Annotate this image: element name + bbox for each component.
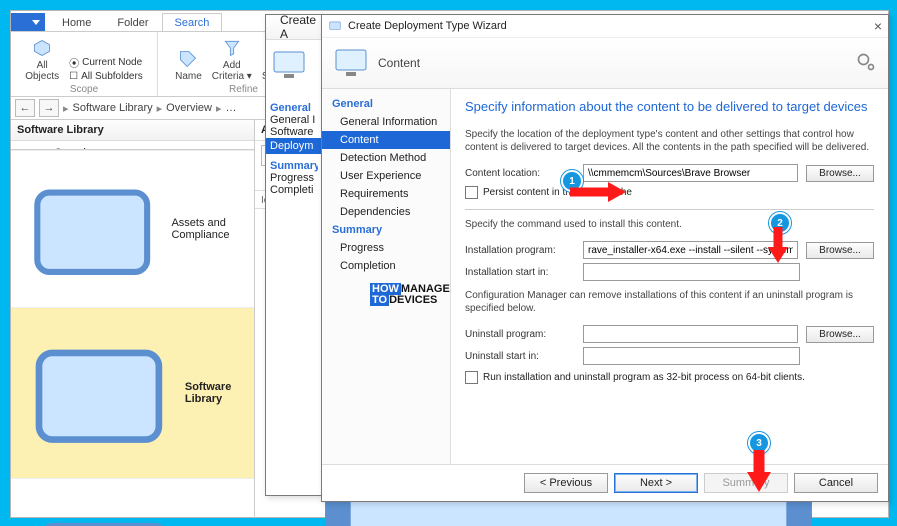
wunderbar: Assets and ComplianceSoftware LibraryMon… bbox=[11, 149, 254, 526]
nav-category: General bbox=[322, 95, 450, 113]
uninstall-start-input[interactable] bbox=[583, 347, 800, 365]
nav-item[interactable]: Software bbox=[270, 126, 318, 138]
ribbon-tab-home[interactable]: Home bbox=[49, 13, 104, 31]
nav-item[interactable]: Dependencies bbox=[322, 203, 450, 221]
browse-button[interactable]: Browse... bbox=[806, 242, 874, 259]
install-start-input[interactable] bbox=[583, 263, 800, 281]
window-titlebar[interactable]: Create A bbox=[266, 15, 322, 40]
browse-button[interactable]: Browse... bbox=[806, 326, 874, 343]
content-location-label: Content location: bbox=[465, 168, 575, 179]
checkbox-icon bbox=[465, 186, 478, 199]
group-label: Scope bbox=[70, 84, 98, 95]
breadcrumb-item[interactable]: … bbox=[226, 102, 237, 114]
nav-item[interactable]: Completi bbox=[270, 184, 318, 196]
wunderbar-item[interactable]: Assets and Compliance bbox=[11, 150, 254, 307]
nav-category: Summary bbox=[322, 221, 450, 239]
wizard-nav: General General InformationContentDetect… bbox=[322, 89, 451, 464]
nav-item[interactable]: Requirements bbox=[322, 185, 450, 203]
funnel-plus-icon bbox=[222, 38, 242, 58]
app-icon bbox=[19, 484, 189, 526]
nav-item[interactable]: Detection Method bbox=[322, 149, 450, 167]
next-button[interactable]: Next > bbox=[614, 473, 698, 493]
current-node-option[interactable]: ⦿Current Node bbox=[69, 55, 143, 70]
create-application-wizard: Create A General General I Software Depl… bbox=[265, 14, 323, 496]
nav-item[interactable]: Content bbox=[322, 131, 450, 149]
window-titlebar[interactable]: Create Deployment Type Wizard × bbox=[322, 15, 888, 38]
page-heading: Specify information about the content to… bbox=[465, 99, 874, 114]
nav-fwd-button[interactable]: → bbox=[39, 99, 59, 117]
wizard-icon bbox=[328, 19, 342, 33]
description-text: Configuration Manager can remove install… bbox=[465, 289, 874, 315]
nav-item[interactable]: General I bbox=[270, 114, 318, 126]
annotation-arrow-1 bbox=[568, 180, 628, 204]
wizard-header bbox=[266, 40, 322, 90]
watermark: HOWMANAGE TODEVICES bbox=[370, 284, 450, 306]
breadcrumb-item[interactable]: Software Library bbox=[73, 102, 153, 114]
nav-tree[interactable]: ▸Overview▾Application ManagementApplicat… bbox=[11, 141, 254, 149]
window-title: Create Deployment Type Wizard bbox=[348, 20, 507, 32]
description-text: Specify the command used to install this… bbox=[465, 218, 874, 231]
create-deployment-type-wizard: Create Deployment Type Wizard × Content … bbox=[321, 14, 889, 502]
app-icon bbox=[19, 313, 179, 473]
install-start-label: Installation start in: bbox=[465, 267, 575, 278]
nav-title: Software Library bbox=[11, 120, 254, 141]
monitor-icon bbox=[334, 48, 368, 78]
wizard-footer: < Previous Next > Summary Cancel bbox=[322, 464, 888, 501]
scope-options: ⦿Current Node ☐All Subfolders bbox=[69, 55, 143, 82]
ribbon-tab-search[interactable]: Search bbox=[162, 13, 223, 31]
app-menu-button[interactable] bbox=[11, 13, 45, 31]
nav-item[interactable]: Progress bbox=[270, 172, 318, 184]
uninstall-program-label: Uninstall program: bbox=[465, 329, 575, 340]
uninstall-start-label: Uninstall start in: bbox=[465, 351, 575, 362]
group-label: Refine bbox=[229, 84, 258, 95]
tag-icon bbox=[178, 49, 198, 69]
wizard-nav: General General I Software Deploym Summa… bbox=[266, 90, 322, 202]
cancel-button[interactable]: Cancel bbox=[794, 473, 878, 493]
ribbon-tab-folder[interactable]: Folder bbox=[104, 13, 161, 31]
uninstall-program-input[interactable] bbox=[583, 325, 798, 343]
add-criteria-button[interactable]: Add Criteria ▾ bbox=[212, 38, 252, 82]
wizard-content: Specify information about the content to… bbox=[451, 89, 888, 464]
annotation-arrow-3 bbox=[745, 448, 773, 494]
window-title: Create A bbox=[280, 13, 316, 41]
nav-item-selected[interactable]: Deploym bbox=[266, 138, 322, 154]
persist-content-checkbox[interactable]: Persist content in the client cache bbox=[465, 186, 874, 199]
install-program-label: Installation program: bbox=[465, 245, 575, 256]
nav-item[interactable]: General Information bbox=[322, 113, 450, 131]
annotation-arrow-2 bbox=[766, 225, 790, 265]
wunderbar-item[interactable]: Monitoring bbox=[11, 478, 254, 526]
checkbox-label: Run installation and uninstall program a… bbox=[483, 372, 805, 383]
app-icon bbox=[19, 156, 165, 302]
nav-item[interactable]: Completion bbox=[322, 257, 450, 275]
description-text: Specify the location of the deployment t… bbox=[465, 128, 874, 154]
all-objects-button[interactable]: All Objects bbox=[25, 38, 59, 82]
cube-icon bbox=[32, 38, 52, 58]
ribbon-group-scope: All Objects ⦿Current Node ☐All Subfolder… bbox=[11, 32, 158, 96]
nav-item[interactable]: Progress bbox=[322, 239, 450, 257]
nav-back-button[interactable]: ← bbox=[15, 99, 35, 117]
wizard-step-name: Content bbox=[378, 56, 420, 70]
all-subfolders-option[interactable]: ☐All Subfolders bbox=[69, 71, 143, 82]
run-32bit-checkbox[interactable]: Run installation and uninstall program a… bbox=[465, 371, 874, 384]
browse-button[interactable]: Browse... bbox=[806, 165, 874, 182]
wunderbar-item[interactable]: Software Library bbox=[11, 307, 254, 478]
help-icon[interactable] bbox=[856, 52, 876, 75]
previous-button[interactable]: < Previous bbox=[524, 473, 608, 493]
checkbox-icon bbox=[465, 371, 478, 384]
nav-category: Summary bbox=[270, 160, 318, 172]
name-filter-button[interactable]: Name bbox=[175, 49, 202, 82]
monitor-icon bbox=[272, 50, 306, 80]
nav-item[interactable]: User Experience bbox=[322, 167, 450, 185]
wizard-header: Content bbox=[322, 38, 888, 89]
close-button[interactable]: × bbox=[874, 18, 882, 34]
navigation-panel: Software Library ▸Overview▾Application M… bbox=[11, 120, 255, 518]
breadcrumb-item[interactable]: Overview bbox=[166, 102, 212, 114]
nav-category: General bbox=[270, 102, 318, 114]
